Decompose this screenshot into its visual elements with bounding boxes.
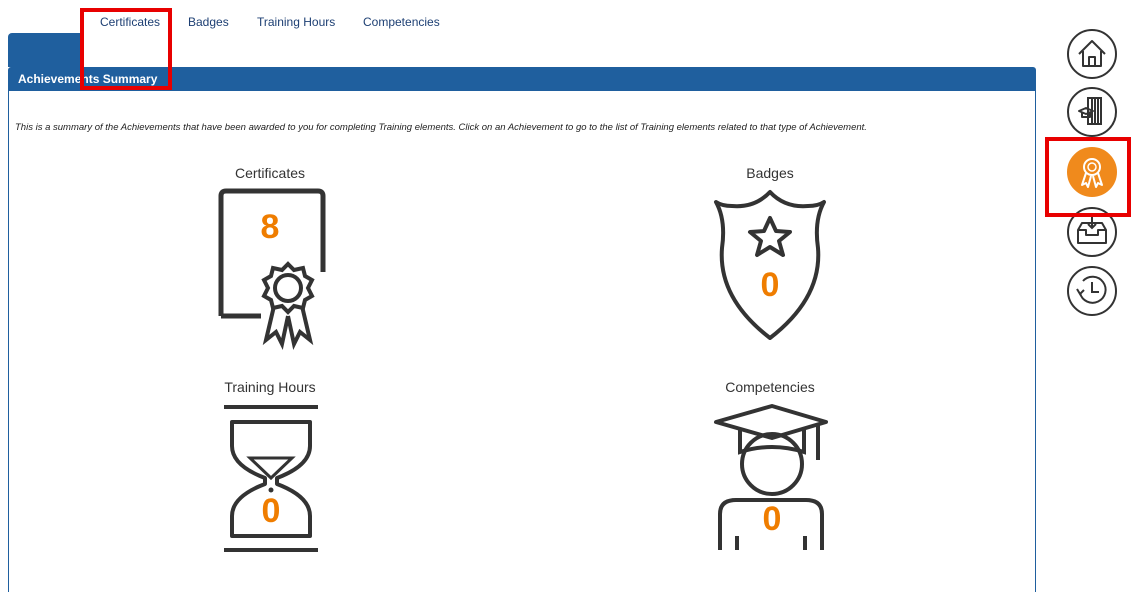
badges-count: 0	[760, 266, 780, 304]
home-icon	[1067, 29, 1117, 79]
history-clock-icon	[1067, 266, 1117, 316]
tab-summary[interactable]: Summary	[8, 8, 83, 34]
summary-description: This is a summary of the Achievements th…	[15, 122, 867, 133]
badges-title: Badges	[746, 165, 794, 181]
training-hours-tile[interactable]: 0	[222, 402, 322, 557]
training-hours-title: Training Hours	[224, 379, 316, 395]
course-book-icon	[1067, 87, 1117, 137]
nav-history[interactable]	[1066, 265, 1118, 317]
certificates-tile[interactable]: 8	[213, 188, 333, 353]
summary-panel	[8, 91, 1036, 592]
badges-tile[interactable]: 0	[710, 188, 830, 348]
nav-courses[interactable]	[1066, 86, 1118, 138]
highlight-achievements-nav	[1045, 137, 1131, 217]
tab-training-hours[interactable]: Training Hours	[245, 8, 348, 34]
highlight-certificates-tab	[80, 8, 172, 90]
tab-badges[interactable]: Badges	[176, 8, 241, 34]
nav-home[interactable]	[1066, 28, 1118, 80]
competencies-tile[interactable]: 0	[710, 402, 835, 557]
certificates-title: Certificates	[234, 165, 306, 181]
competencies-title: Competencies	[725, 379, 815, 395]
competencies-count: 0	[762, 500, 782, 538]
certificates-count: 8	[260, 208, 280, 246]
hourglass-icon	[224, 405, 318, 552]
training-hours-count: 0	[261, 492, 281, 530]
tab-competencies[interactable]: Competencies	[351, 8, 452, 34]
tab-bar-background	[82, 33, 1036, 67]
